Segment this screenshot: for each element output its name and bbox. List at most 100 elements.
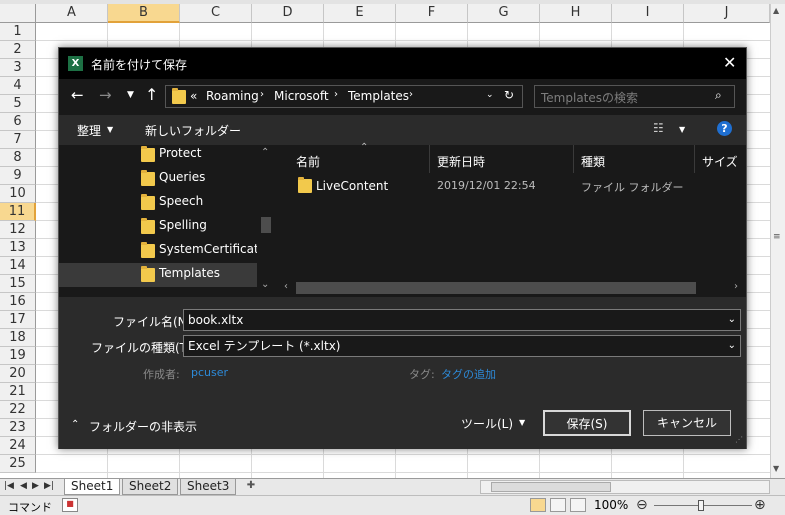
row-header-1[interactable]: 1 <box>0 23 36 41</box>
zoom-in-icon[interactable]: ⊕ <box>754 497 766 513</box>
chevron-down-icon[interactable]: ⌄ <box>728 310 736 330</box>
help-icon[interactable]: ? <box>717 121 732 136</box>
row-header-17[interactable]: 17 <box>0 311 36 329</box>
zoom-slider-thumb[interactable] <box>698 500 704 511</box>
row-header-19[interactable]: 19 <box>0 347 36 365</box>
column-header-c[interactable]: C <box>180 4 252 23</box>
column-header-h[interactable]: H <box>540 4 612 23</box>
row-header-2[interactable]: 2 <box>0 41 36 59</box>
row-header-21[interactable]: 21 <box>0 383 36 401</box>
new-folder-button[interactable]: 新しいフォルダー <box>145 122 241 139</box>
address-bar[interactable]: « Roaming › Microsoft › Templates › ⌄ ↻ <box>165 85 523 108</box>
scroll-left-icon[interactable]: ‹ <box>284 281 288 292</box>
nav-item-protect[interactable]: Protect <box>59 143 257 167</box>
row-header-10[interactable]: 10 <box>0 185 36 203</box>
tools-button[interactable]: ツール(L) <box>461 415 513 432</box>
row-header-13[interactable]: 13 <box>0 239 36 257</box>
breadcrumb-microsoft[interactable]: Microsoft <box>274 89 329 103</box>
normal-view-icon[interactable] <box>530 498 546 512</box>
breadcrumb-prefix[interactable]: « <box>190 89 197 103</box>
first-sheet-icon[interactable]: |◀ <box>4 481 14 491</box>
row-header-18[interactable]: 18 <box>0 329 36 347</box>
nav-item-systemcertificates[interactable]: SystemCertificates <box>59 239 272 263</box>
row-header-15[interactable]: 15 <box>0 275 36 293</box>
column-header-modified[interactable]: 更新日時 <box>437 153 485 170</box>
column-divider[interactable] <box>573 145 574 173</box>
scroll-right-icon[interactable]: › <box>734 281 738 292</box>
forward-icon[interactable]: → <box>99 86 112 104</box>
search-input[interactable]: Templatesの検索 ⌕ <box>534 85 735 108</box>
sheet-tab-3[interactable]: Sheet3 <box>180 479 237 495</box>
row-header-12[interactable]: 12 <box>0 221 36 239</box>
next-sheet-icon[interactable]: ▶ <box>32 481 39 491</box>
row-header-14[interactable]: 14 <box>0 257 36 275</box>
column-header-g[interactable]: G <box>468 4 540 23</box>
save-button[interactable]: 保存(S) <box>543 410 631 436</box>
sheet-tab-1[interactable]: Sheet1 <box>64 479 121 495</box>
author-value[interactable]: pcuser <box>191 366 228 379</box>
insert-sheet-icon[interactable]: ✚ <box>240 480 262 494</box>
last-sheet-icon[interactable]: ▶| <box>44 481 54 491</box>
filetype-select[interactable]: Excel テンプレート (*.xltx) ⌄ <box>183 335 741 357</box>
chevron-down-icon[interactable]: ▼ <box>679 125 685 134</box>
search-icon[interactable]: ⌕ <box>715 88 722 103</box>
row-header-23[interactable]: 23 <box>0 419 36 437</box>
nav-item-speech[interactable]: Speech <box>59 191 257 215</box>
row-header-4[interactable]: 4 <box>0 77 36 95</box>
row-header-9[interactable]: 9 <box>0 167 36 185</box>
page-layout-icon[interactable] <box>550 498 566 512</box>
chevron-right-icon[interactable]: › <box>334 89 338 100</box>
split-icon[interactable]: ≡ <box>773 232 783 242</box>
column-header-e[interactable]: E <box>324 4 396 23</box>
close-icon[interactable]: ✕ <box>723 53 736 72</box>
column-header-type[interactable]: 種類 <box>581 153 605 170</box>
column-header-d[interactable]: D <box>252 4 324 23</box>
chevron-down-icon[interactable]: ▼ <box>107 125 113 134</box>
chevron-right-icon[interactable]: › <box>260 89 264 100</box>
chevron-down-icon[interactable]: ⌄ <box>728 336 736 356</box>
column-header-f[interactable]: F <box>396 4 468 23</box>
file-row[interactable]: LiveContent 2019/12/01 22:54 ファイル フォルダー <box>280 175 740 197</box>
breadcrumb-roaming[interactable]: Roaming <box>206 89 259 103</box>
scroll-down-icon[interactable]: ⌄ <box>261 279 269 290</box>
hide-folders-button[interactable]: フォルダーの非表示 <box>89 418 197 435</box>
row-header-6[interactable]: 6 <box>0 113 36 131</box>
nav-item-queries[interactable]: Queries <box>59 167 257 191</box>
row-header-22[interactable]: 22 <box>0 401 36 419</box>
breadcrumb-templates[interactable]: Templates <box>348 89 409 103</box>
column-divider[interactable] <box>429 145 430 173</box>
scroll-up-icon[interactable]: ⌃ <box>261 147 269 158</box>
row-header-16[interactable]: 16 <box>0 293 36 311</box>
vertical-scrollbar[interactable]: ▲ ≡ ▼ <box>770 4 785 478</box>
column-header-i[interactable]: I <box>612 4 684 23</box>
recent-locations-icon[interactable]: ▼ <box>127 90 134 100</box>
cancel-button[interactable]: キャンセル <box>643 410 731 436</box>
row-header-7[interactable]: 7 <box>0 131 36 149</box>
zoom-out-icon[interactable]: ⊖ <box>636 497 648 513</box>
prev-sheet-icon[interactable]: ◀ <box>20 481 27 491</box>
row-header-24[interactable]: 24 <box>0 437 36 455</box>
nav-scrollbar[interactable]: ⌃ ⌄ <box>257 145 275 297</box>
nav-scroll-thumb[interactable] <box>261 217 271 233</box>
resize-grip-icon[interactable]: ⋰ <box>735 435 743 444</box>
column-header-size[interactable]: サイズ <box>702 153 738 170</box>
column-header-name[interactable]: 名前 <box>296 153 320 170</box>
column-header-a[interactable]: A <box>36 4 108 23</box>
horizontal-scroll-thumb[interactable] <box>296 282 696 294</box>
row-header-8[interactable]: 8 <box>0 149 36 167</box>
refresh-icon[interactable]: ↻ <box>504 88 514 102</box>
macro-record-icon[interactable]: ■ <box>62 498 78 512</box>
row-header-25[interactable]: 25 <box>0 455 36 473</box>
chevron-down-icon[interactable]: ▼ <box>519 418 525 427</box>
chevron-right-icon[interactable]: › <box>409 89 413 100</box>
column-header-j[interactable]: J <box>684 4 770 23</box>
organize-button[interactable]: 整理 <box>77 122 101 139</box>
horizontal-scrollbar[interactable] <box>480 480 770 494</box>
up-folder-icon[interactable]: ↑ <box>145 85 158 104</box>
column-header-b[interactable]: B <box>108 4 180 23</box>
nav-item-templates[interactable]: Templates <box>59 263 257 287</box>
file-hscrollbar[interactable]: ‹ › <box>276 279 746 297</box>
back-icon[interactable]: ← <box>71 86 84 104</box>
row-header-11[interactable]: 11 <box>0 203 36 221</box>
scroll-up-icon[interactable]: ▲ <box>773 6 779 15</box>
